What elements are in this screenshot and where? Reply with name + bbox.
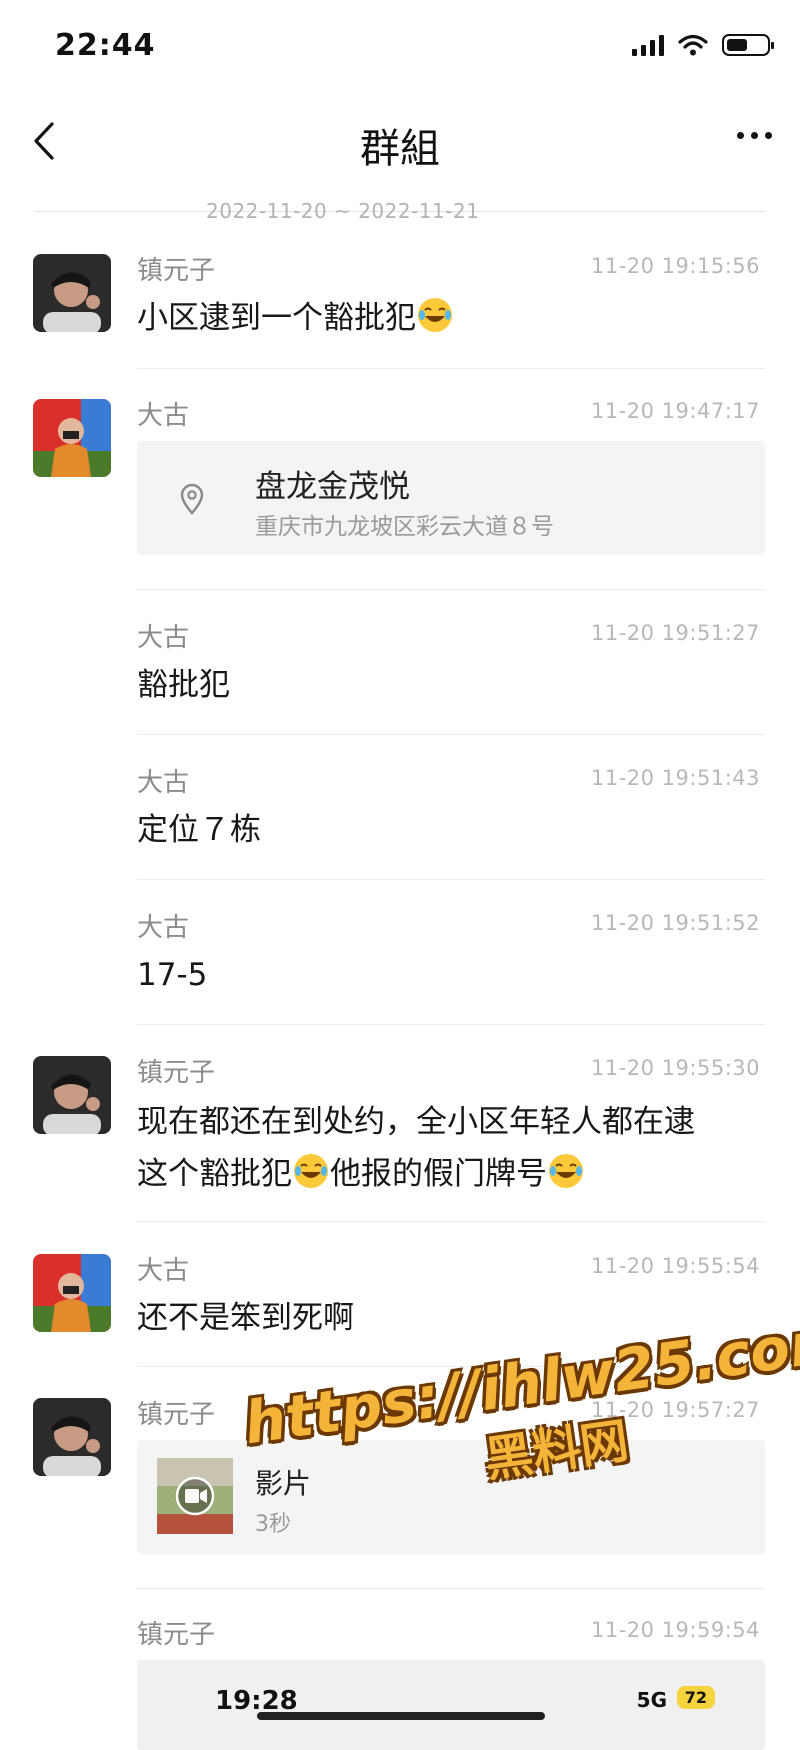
message-text-line-2: 这个豁批犯 他报的假门牌号 [137,1148,760,1200]
message-text-line-1: 现在都还在到处约，全小区年轻人都在逮 [137,1104,695,1140]
message-text-content: 小区逮到一个豁批犯 [137,300,416,336]
sender-name: 大古 [137,401,190,431]
message-time: 11-20 19:51:52 [590,911,760,935]
message-divider [137,368,765,369]
laughing-tears-emoji-icon [418,298,452,332]
status-time: 22:44 [55,28,156,63]
laughing-tears-emoji-icon [549,1154,583,1188]
message-time: 11-20 19:57:27 [590,1398,760,1422]
sender-name: 镇元子 [137,1620,216,1650]
message-time: 11-20 19:15:56 [590,254,760,278]
message-time: 11-20 19:51:43 [590,766,760,790]
message-time: 11-20 19:55:54 [590,1254,760,1278]
message-text: 还不是笨到死啊 [137,1300,354,1336]
message-divider [137,1366,765,1367]
date-range-separator: 2022-11-20 ~ 2022-11-21 [35,196,765,226]
message-time: 11-20 19:51:27 [590,621,760,645]
message-text: 小区逮到一个豁批犯 [137,294,760,342]
avatar[interactable] [33,1398,111,1476]
message-text-part: 这个豁批犯 [137,1156,292,1192]
message-time: 11-20 19:55:30 [590,1056,760,1080]
video-duration: 3秒 [255,1512,291,1537]
message-text-part: 他报的假门牌号 [330,1156,547,1192]
laughing-tears-emoji-icon [294,1154,328,1188]
location-pin-icon [180,483,204,515]
sender-name: 大古 [137,1256,190,1286]
wifi-icon [678,34,708,56]
sender-name: 镇元子 [137,1058,216,1088]
message-time: 11-20 19:59:54 [590,1618,760,1642]
message-time: 11-20 19:47:17 [590,399,760,423]
status-icons [632,34,774,56]
location-name: 盘龙金茂悦 [255,469,410,505]
location-card[interactable]: 盘龙金茂悦 重庆市九龙坡区彩云大道８号 [137,441,765,555]
screenshot-progress-bar [257,1712,545,1720]
avatar[interactable] [33,254,111,332]
sender-name: 镇元子 [137,1400,216,1430]
nav-bar: 群組 [0,100,800,185]
avatar[interactable] [33,1056,111,1134]
sender-name: 镇元子 [137,256,216,286]
date-range: 2022-11-20 ~ 2022-11-21 [206,199,480,223]
message-divider [137,1024,765,1025]
video-label: 影片 [255,1467,312,1500]
message-text: 豁批犯 [137,667,230,703]
screenshot-network: 5G [636,1688,667,1712]
message-divider [137,1221,765,1222]
message-divider [137,734,765,735]
avatar[interactable] [33,399,111,477]
avatar[interactable] [33,1254,111,1332]
message-divider [137,1588,765,1589]
status-bar: 22:44 [0,0,800,100]
sender-name: 大古 [137,768,190,798]
video-card[interactable]: 影片 3秒 [137,1440,765,1554]
sender-name: 大古 [137,913,190,943]
image-attachment[interactable]: 19:28 5G 72 [137,1660,765,1750]
message-text: 现在都还在到处约，全小区年轻人都在逮 这个豁批犯 他报的假门牌号 [137,1096,760,1200]
video-thumbnail [157,1458,233,1534]
cellular-signal-icon [632,34,664,56]
page-title: 群組 [360,126,440,172]
battery-icon [722,34,774,56]
sender-name: 大古 [137,623,190,653]
message-text: 17-5 [137,957,208,993]
message-text: 定位７栋 [137,812,261,848]
more-options-icon[interactable] [737,132,772,139]
location-address: 重庆市九龙坡区彩云大道８号 [255,514,554,540]
message-divider [137,879,765,880]
screenshot-battery: 72 [676,1686,715,1709]
message-divider [137,589,765,590]
